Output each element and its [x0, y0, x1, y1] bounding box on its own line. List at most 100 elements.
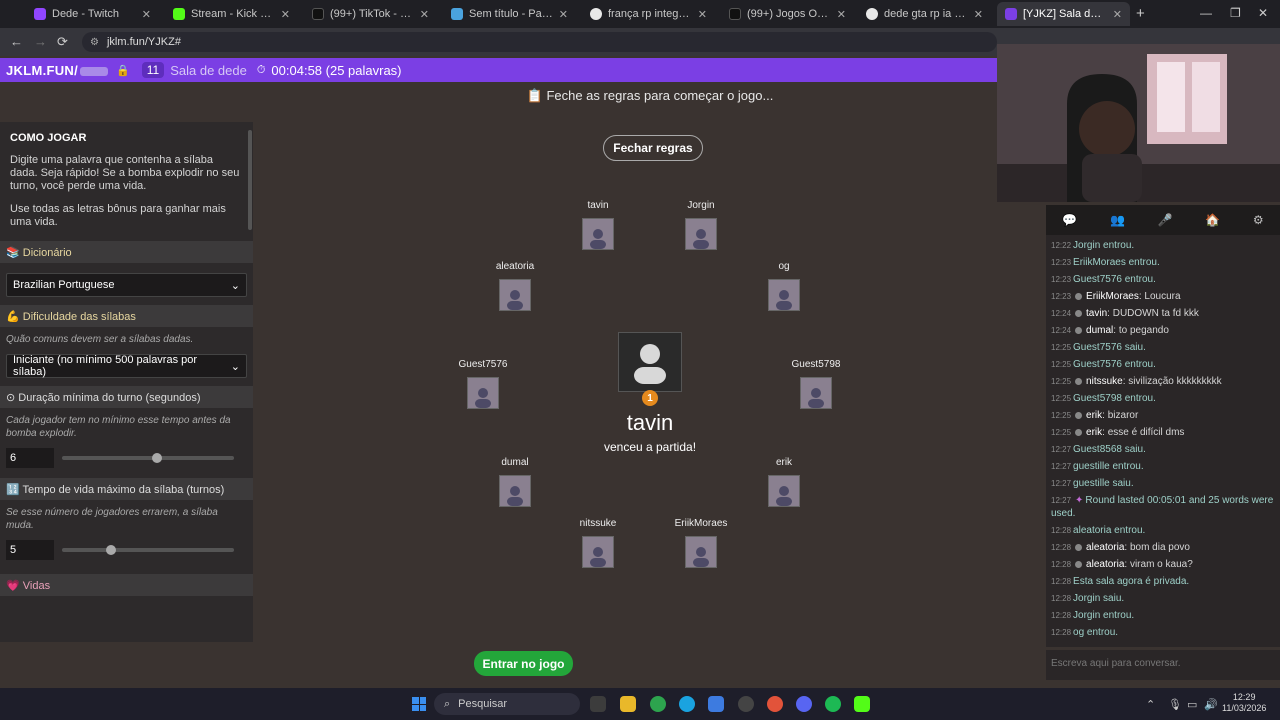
chrome-icon[interactable] [650, 696, 666, 712]
chat-timestamp: 12:24 [1051, 309, 1072, 318]
avatar [800, 377, 832, 409]
chat-message: 12:23 Guest7576 entrou. [1051, 273, 1280, 286]
forward-icon[interactable]: → [34, 34, 47, 49]
tab-kick[interactable]: Stream - Kick Dashboard✕ [165, 2, 298, 26]
dictionary-section-header: 📚 Dicionário [0, 241, 253, 263]
tab-paint[interactable]: Sem título - Paint ✕ [443, 2, 576, 26]
chat-text: to pegando [1118, 325, 1169, 336]
window-close-button[interactable]: ✕ [1258, 6, 1268, 20]
chat-timestamp: 12:25 [1051, 428, 1072, 437]
new-tab-button[interactable]: + [1136, 5, 1145, 22]
app-icon[interactable] [708, 696, 724, 712]
close-rules-button[interactable]: Fechar regras [603, 135, 703, 161]
reload-icon[interactable]: ⟳ [57, 34, 68, 50]
back-icon[interactable]: ← [10, 34, 23, 49]
address-bar[interactable]: ⚙ jklm.fun/YJKZ# [82, 32, 997, 52]
tab-twitch[interactable]: Dede - Twitch ✕ [26, 2, 159, 26]
user-icon [1075, 560, 1083, 568]
close-icon[interactable]: ✕ [281, 8, 290, 21]
chat-input[interactable]: Escreva aqui para conversar. [1046, 650, 1280, 680]
chat-username[interactable]: nitssuke [1086, 376, 1123, 387]
chat-username[interactable]: erik [1086, 427, 1102, 438]
chat-log[interactable]: 12:22 Jorgin entrou. 12:23 EriikMoraes entr… [1046, 235, 1280, 647]
tab-google-1[interactable]: frança rp integrantes - Pe✕ [582, 2, 715, 26]
jklm-icon [1005, 8, 1017, 20]
app-icon[interactable] [738, 696, 754, 712]
volume-icon[interactable]: 🔊 [1204, 698, 1218, 711]
maximize-button[interactable]: ❐ [1230, 6, 1241, 20]
rules-panel: COMO JOGAR Digite uma palavra que conten… [0, 122, 253, 642]
discord-icon[interactable] [796, 696, 812, 712]
close-icon[interactable]: ✕ [1113, 8, 1122, 21]
tray-chevron-icon[interactable]: ⌃ [1146, 698, 1155, 711]
chat-text: Guest8568 saiu. [1073, 444, 1146, 455]
slider-knob[interactable] [106, 545, 116, 555]
room-tab-icon[interactable]: 🏠 [1205, 213, 1220, 227]
difficulty-select[interactable]: Iniciante (no mínimo 500 palavras por sí… [6, 354, 247, 378]
chat-text: aleatoria entrou. [1073, 525, 1146, 536]
player-seat: og [729, 261, 839, 311]
tab-tiktok[interactable]: (99+) TikTok - Make Your✕ [304, 2, 437, 26]
chat-username[interactable]: EriikMoraes [1086, 291, 1139, 302]
tab-google-2[interactable]: dede gta rp ia - Pesquisa✕ [858, 2, 991, 26]
winner-message: venceu a partida! [603, 440, 697, 454]
lifetime-input[interactable]: 5 [6, 540, 54, 560]
lifetime-section-header: 🔢 Tempo de vida máximo da sílaba (turnos… [0, 478, 253, 500]
task-view-icon[interactable] [590, 696, 606, 712]
lifetime-slider[interactable] [62, 545, 234, 555]
chat-username[interactable]: aleatoria [1086, 542, 1124, 553]
url-text: jklm.fun/YJKZ# [106, 36, 181, 48]
duration-input[interactable]: 6 [6, 448, 54, 468]
close-icon[interactable]: ✕ [420, 8, 429, 21]
chat-timestamp: 12:28 [1051, 526, 1072, 535]
close-icon[interactable]: ✕ [698, 8, 707, 21]
lock-icon[interactable]: 🔒 [116, 64, 130, 77]
app-icon[interactable] [767, 696, 783, 712]
file-explorer-icon[interactable] [620, 696, 636, 712]
chat-username[interactable]: tavin [1086, 308, 1107, 319]
chat-tab-bar: 💬 👥 🎤 🏠 ⚙ [1046, 205, 1280, 235]
taskbar-search[interactable]: ⌕ Pesquisar [434, 693, 580, 715]
minimize-button[interactable]: — [1200, 6, 1212, 20]
microphone-icon[interactable]: 🎙 [1168, 698, 1182, 711]
close-icon[interactable]: ✕ [142, 8, 151, 21]
chat-message: 12:28 aleatoria: bom dia povo [1051, 541, 1280, 554]
site-info-icon[interactable]: ⚙ [90, 37, 99, 48]
chat-message: 12:27 guestille saiu. [1051, 477, 1280, 490]
kick-icon[interactable] [854, 696, 870, 712]
avatar [499, 475, 531, 507]
close-icon[interactable]: ✕ [559, 8, 568, 21]
avatar [685, 218, 717, 250]
voice-tab-icon[interactable]: 🎤 [1158, 213, 1173, 227]
slider-knob[interactable] [152, 453, 162, 463]
chat-message: 12:25 erik: esse é difícil dms [1051, 426, 1280, 439]
close-icon[interactable]: ✕ [837, 8, 846, 21]
rules-intro: Digite uma palavra que contenha a sílaba… [10, 154, 240, 192]
chat-text: Guest7576 entrou. [1073, 274, 1156, 285]
network-icon[interactable]: ▭ [1187, 698, 1197, 711]
chat-text: Loucura [1144, 291, 1181, 302]
player-seat: EriikMoraes [646, 518, 756, 568]
rules-scrollbar[interactable] [248, 130, 252, 230]
join-game-button[interactable]: Entrar no jogo [474, 651, 573, 676]
chat-message: 12:24 dumal: to pegando [1051, 324, 1280, 337]
chat-username[interactable]: dumal [1086, 325, 1113, 336]
lives-section-header: 💗 Vidas [0, 574, 253, 596]
chat-username[interactable]: erik [1086, 410, 1102, 421]
taskbar-clock[interactable]: 12:29 11/03/2026 [1222, 692, 1266, 714]
dictionary-select[interactable]: Brazilian Portuguese ⌄ [6, 273, 247, 297]
chat-username[interactable]: aleatoria [1086, 559, 1124, 570]
site-brand[interactable]: JKLM.FUN/ [6, 63, 109, 78]
duration-slider[interactable] [62, 453, 234, 463]
players-tab-icon[interactable]: 👥 [1110, 213, 1125, 227]
tab-jklm-active[interactable]: [YJKZ] Sala de dede✕ [997, 2, 1130, 26]
difficulty-hint: Quão comuns devem ser a sílabas dadas. [6, 334, 194, 345]
spotify-icon[interactable] [825, 696, 841, 712]
settings-tab-icon[interactable]: ⚙ [1253, 213, 1264, 227]
close-icon[interactable]: ✕ [974, 8, 983, 21]
edge-icon[interactable] [679, 696, 695, 712]
chat-tab-icon[interactable]: 💬 [1062, 213, 1077, 227]
windows-start-icon[interactable] [412, 697, 426, 711]
chat-text: Guest7576 saiu. [1073, 342, 1146, 353]
tab-tiktok-2[interactable]: (99+) Jogos Online Diverti✕ [721, 2, 854, 26]
